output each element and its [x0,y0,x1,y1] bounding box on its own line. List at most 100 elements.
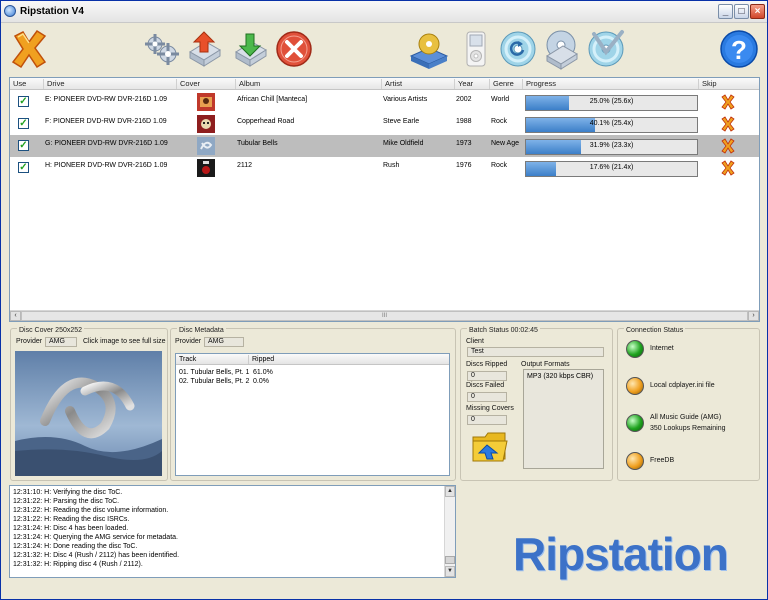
table-row[interactable]: ✓ E: PIONEER DVD-RW DVR-216D 1.09 Africa… [10,91,759,113]
missing-covers-label: Missing Covers [466,405,514,412]
table-row[interactable]: ✓ G: PIONEER DVD-RW DVR-216D 1.09 Tubula… [10,135,759,157]
log-line: 12:31:22: H: Reading the disc volume inf… [13,507,169,514]
metadata-provider-value: AMG [204,337,244,347]
album-cover-image[interactable] [15,351,162,476]
column-genre[interactable]: Genre [489,79,514,89]
minimize-button[interactable]: _ [718,4,733,19]
drive-cell: G: PIONEER DVD-RW DVR-216D 1.09 [45,140,168,147]
cover-thumbnail[interactable] [197,159,215,177]
column-ripped[interactable]: Ripped [248,355,274,364]
log-line: 12:31:32: H: Ripping disc 4 (Rush / 2112… [13,561,143,568]
disc-metadata-title: Disc Metadata [177,327,226,334]
disc-cover-title: Disc Cover 250x252 [17,327,85,334]
skip-icon[interactable] [720,138,736,154]
upload-icon[interactable] [184,28,224,70]
artist-cell: Rush [383,162,400,169]
album-cell: African Chill [Manteca] [237,96,308,103]
year-cell: 1976 [456,162,472,169]
output-formats-label: Output Formats [521,361,570,368]
column-cover[interactable]: Cover [176,79,200,89]
toolbar: ? [1,23,767,77]
log-line: 12:31:10: H: Verifying the disc ToC. [13,489,123,496]
settings-icon[interactable] [141,28,181,70]
column-progress[interactable]: Progress [522,79,556,89]
use-checkbox[interactable]: ✓ [18,96,29,107]
progress-bar: 40.1% (25.4x) [525,117,698,133]
status-led-internet [626,340,644,358]
folder-icon[interactable] [471,427,509,465]
use-checkbox[interactable]: ✓ [18,140,29,151]
discs-ripped-value: 0 [467,371,507,381]
artist-cell: Various Artists [383,96,428,103]
download-icon[interactable] [230,28,270,70]
scroll-up-button[interactable]: ▲ [445,486,455,497]
column-drive[interactable]: Drive [43,79,65,89]
log-line: 12:31:22: H: Reading the disc ISRCs. [13,516,130,523]
svg-text:?: ? [731,35,747,65]
disc-refresh-icon[interactable] [498,28,538,70]
cover-provider-value: AMG [45,337,77,347]
year-cell: 1988 [456,118,472,125]
genre-cell: New Age [491,140,520,147]
use-checkbox[interactable]: ✓ [18,118,29,129]
disc-download-icon[interactable] [541,28,581,70]
stop-icon[interactable] [274,28,314,70]
track-name: 02. Tubular Bells, Pt. 2 [179,378,250,385]
maximize-button[interactable]: □ [734,4,749,19]
table-row[interactable]: ✓ H: PIONEER DVD-RW DVR-216D 1.09 2112 R… [10,157,759,179]
scroll-right-button[interactable]: › [748,311,759,321]
skip-icon[interactable] [720,94,736,110]
ipod-icon[interactable] [456,28,496,70]
column-use[interactable]: Use [10,79,26,89]
exit-icon[interactable] [9,28,49,70]
log-line: 12:31:24: H: Done reading the disc ToC. [13,543,138,550]
scroll-down-button[interactable]: ▼ [445,566,455,577]
track-row[interactable]: 02. Tubular Bells, Pt. 2 0.0% [176,377,449,387]
status-led-amg [626,414,644,432]
progress-text: 31.9% (23.3x) [589,142,634,149]
scanner-icon[interactable] [409,28,449,70]
table-row[interactable]: ✓ F: PIONEER DVD-RW DVR-216D 1.09 Copper… [10,113,759,135]
discs-ripped-label: Discs Ripped [466,361,508,368]
column-year[interactable]: Year [454,79,473,89]
track-name: 01. Tubular Bells, Pt. 1 [179,369,250,376]
grid-header: Use Drive Cover Album Artist Year Genre … [10,78,759,90]
brand-logo: Ripstation [513,528,729,580]
scroll-thumb[interactable]: III [21,311,748,321]
album-cell: 2112 [237,162,253,169]
genre-cell: Rock [491,118,507,125]
connection-label: All Music Guide (AMG) [650,414,722,421]
track-ripped: 61.0% [253,369,273,376]
cover-hint: Click image to see full size [83,338,166,345]
help-icon[interactable]: ? [719,28,759,70]
progress-text: 25.0% (25.6x) [589,98,634,105]
connection-status-title: Connection Status [624,327,686,334]
metadata-provider-label: Provider [175,338,202,345]
skip-icon[interactable] [720,160,736,176]
horizontal-scrollbar[interactable]: ‹ III › [10,310,759,321]
column-album[interactable]: Album [235,79,260,89]
column-skip[interactable]: Skip [698,79,717,89]
year-cell: 2002 [456,96,472,103]
connection-label: Local cdplayer.ini file [650,382,715,389]
genre-cell: World [491,96,510,103]
log-scrollbar[interactable]: ▲ ▼ [444,486,455,577]
close-button[interactable]: × [750,4,765,19]
scroll-left-button[interactable]: ‹ [10,311,21,321]
disc-check-icon[interactable] [586,28,626,70]
cover-thumbnail[interactable] [197,93,215,111]
cover-thumbnail[interactable] [197,137,215,155]
log-panel[interactable]: 12:31:10: H: Verifying the disc ToC. 12:… [9,485,456,578]
discs-failed-label: Discs Failed [466,382,505,389]
drive-cell: F: PIONEER DVD-RW DVR-216D 1.09 [45,118,167,125]
column-artist[interactable]: Artist [381,79,402,89]
log-scroll-thumb[interactable] [445,556,455,564]
artist-cell: Steve Earle [383,118,420,125]
skip-icon[interactable] [720,116,736,132]
drive-cell: E: PIONEER DVD-RW DVR-216D 1.09 [45,96,168,103]
cover-thumbnail[interactable] [197,115,215,133]
column-track[interactable]: Track [176,355,196,364]
track-ripped: 0.0% [253,378,269,385]
use-checkbox[interactable]: ✓ [18,162,29,173]
output-formats-list[interactable]: MP3 (320 kbps CBR) [523,369,604,469]
